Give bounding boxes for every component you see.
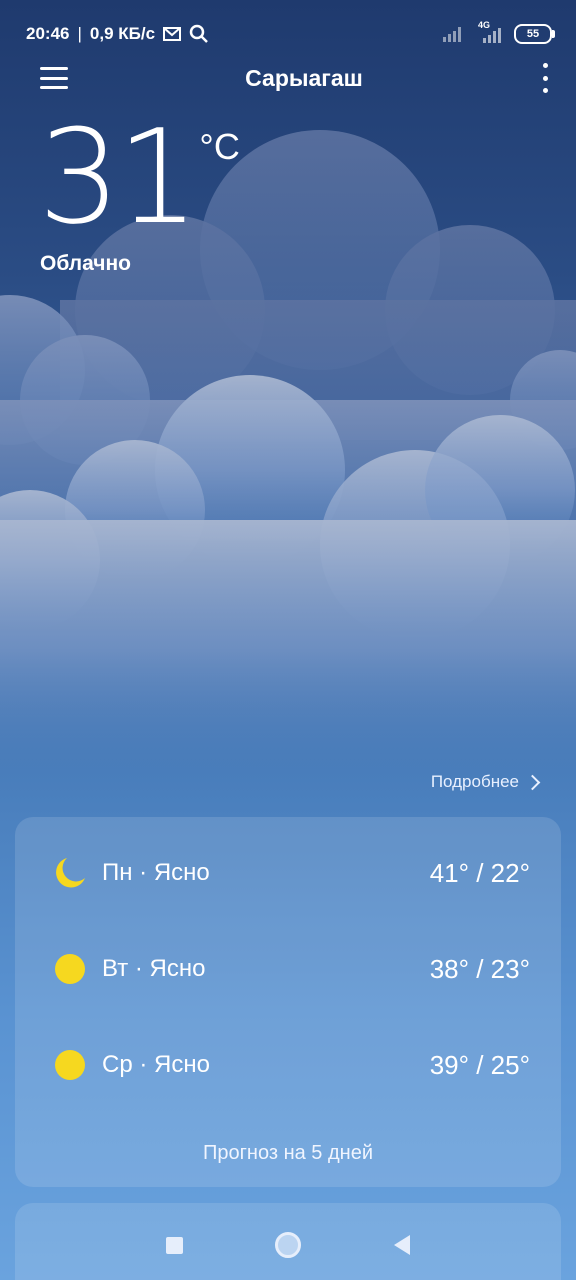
menu-icon[interactable] — [40, 67, 68, 89]
details-link-label: Подробнее — [430, 772, 519, 791]
back-button[interactable] — [393, 1235, 410, 1255]
temperature-value: 31 — [38, 101, 199, 253]
forecast-day-label: Пн · Ясно — [102, 859, 210, 886]
temperature-unit: °C — [199, 126, 240, 167]
forecast-card[interactable]: Пн · Ясно 41° / 22° Вт · Ясно 38° / 23° … — [15, 817, 561, 1187]
details-link[interactable]: Подробнее — [430, 772, 541, 792]
status-left: 20:46 | 0,9 КБ/с — [26, 24, 209, 44]
forecast-day-temps: 38° / 23° — [429, 953, 530, 984]
mail-icon — [163, 27, 182, 41]
forecast-day-temps: 41° / 22° — [429, 857, 530, 888]
current-temperature: 31 °C — [38, 112, 240, 242]
more-options-icon[interactable] — [540, 63, 550, 93]
forecast-day-label: Ср · Ясно — [102, 1051, 210, 1078]
status-time: 20:46 — [26, 24, 70, 43]
chevron-right-icon — [524, 774, 541, 790]
navigation-bar — [0, 1210, 576, 1280]
app-bar: Сарыагаш — [0, 56, 576, 100]
sun-icon — [53, 952, 87, 986]
forecast-day-temps: 39° / 25° — [429, 1049, 530, 1080]
signal-4g-icon: 4G — [474, 20, 504, 44]
recent-apps-button[interactable] — [166, 1236, 184, 1254]
weather-screen: 20:46 | 0,9 КБ/с 4G 55 Сарыагаш 31 °C Об… — [0, 0, 576, 1280]
moon-icon — [53, 856, 87, 890]
status-speed: 0,9 КБ/с — [89, 24, 156, 43]
battery-icon: 55 — [514, 24, 555, 44]
sun-icon — [53, 1048, 87, 1082]
status-divider: | — [77, 24, 82, 43]
search-icon — [189, 24, 208, 43]
status-right: 4G 55 — [442, 20, 555, 44]
forecast-row-wed[interactable]: Ср · Ясно 39° / 25° — [15, 1035, 561, 1095]
forecast-row-mon[interactable]: Пн · Ясно 41° / 22° — [15, 843, 561, 903]
forecast-row-tue[interactable]: Вт · Ясно 38° / 23° — [15, 939, 561, 999]
city-title: Сарыагаш — [245, 64, 363, 91]
battery-level: 55 — [526, 28, 540, 40]
five-day-forecast-button[interactable]: Прогноз на 5 дней — [15, 1142, 561, 1165]
current-condition: Облачно — [40, 252, 131, 275]
forecast-day-label: Вт · Ясно — [102, 955, 206, 982]
signal-icon — [443, 27, 461, 42]
home-button[interactable] — [275, 1232, 302, 1258]
